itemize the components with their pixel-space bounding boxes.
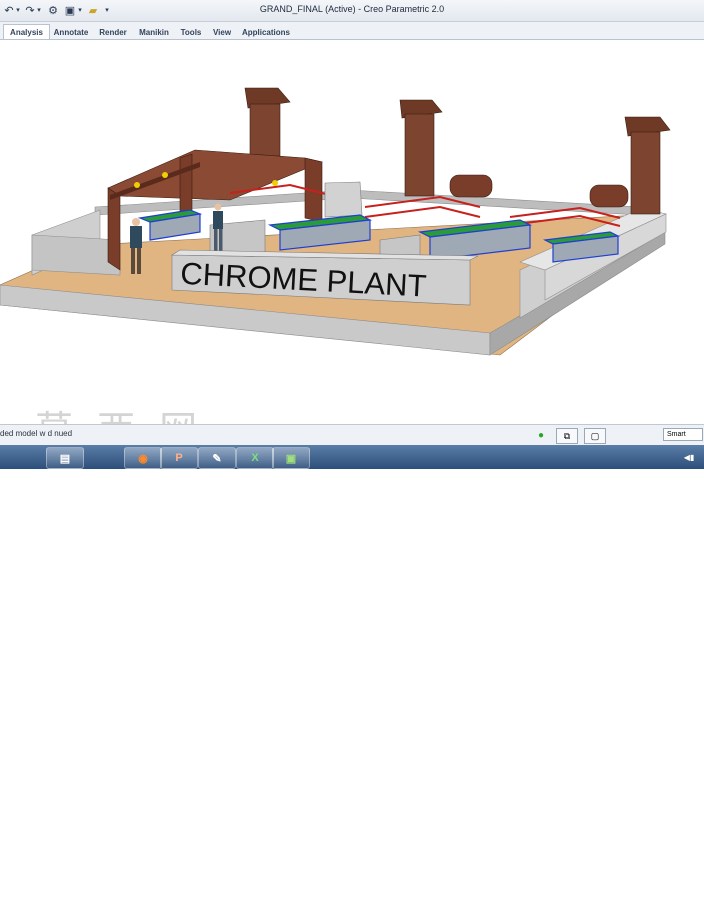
find-icon[interactable]: ⧉ — [556, 428, 578, 444]
taskbar-paint[interactable]: ✎ — [198, 447, 236, 469]
drum-right — [589, 184, 629, 208]
window-title: GRAND_FINAL (Active) - Creo Parametric 2… — [259, 4, 445, 14]
status-message: ded model w d nued — [0, 429, 73, 438]
chimney-right — [624, 116, 671, 215]
tray-volume-icon[interactable]: ◀▮ — [674, 447, 704, 467]
status-bar: ded model w d nued ● ⧉ ▢ Smart — [0, 424, 704, 445]
ribbon-tabs: Analysis Annotate Render Manikin Tools V… — [0, 22, 704, 40]
tab-tools[interactable]: Tools — [175, 24, 207, 39]
taskbar-explorer[interactable]: ▤ — [46, 447, 84, 469]
select-box-icon[interactable]: ▢ — [584, 428, 606, 444]
taskbar-creo[interactable]: ▣ — [272, 447, 310, 469]
regen-status-icon[interactable]: ● — [530, 428, 552, 442]
tab-analysis[interactable]: Analysis — [3, 24, 50, 39]
taskbar-excel[interactable]: X — [236, 447, 274, 469]
drum-middle — [449, 174, 493, 198]
model-view[interactable]: CHROME PLANT — [0, 40, 704, 424]
left-wall-front — [31, 234, 121, 276]
chimney-middle — [399, 99, 443, 197]
chimney-left — [244, 87, 291, 157]
machine-box-tower — [324, 181, 363, 218]
windows-taskbar: ▤ ◉ P ✎ X ▣ www.3dmoxi.com ◀▮ — [0, 445, 704, 910]
taskbar-firefox[interactable]: ◉ — [124, 447, 162, 469]
tab-manikin[interactable]: Manikin — [133, 24, 175, 39]
taskbar-powerpoint[interactable]: P — [160, 447, 198, 469]
selection-filter[interactable]: Smart — [663, 428, 703, 441]
tab-annotate[interactable]: Annotate — [49, 24, 93, 39]
watermark-url: www.3dmoxi.com — [26, 896, 132, 910]
title-bar: ↶ ▾ ↷ ▾ ⚙ ▣ ▾ ▰ ▾ GRAND_FINAL (Active) -… — [0, 0, 704, 22]
tab-view[interactable]: View — [207, 24, 237, 39]
tab-render[interactable]: Render — [93, 24, 133, 39]
graphics-viewport[interactable]: CHROME PLANT — [0, 40, 704, 424]
tab-applications[interactable]: Applications — [237, 24, 295, 39]
